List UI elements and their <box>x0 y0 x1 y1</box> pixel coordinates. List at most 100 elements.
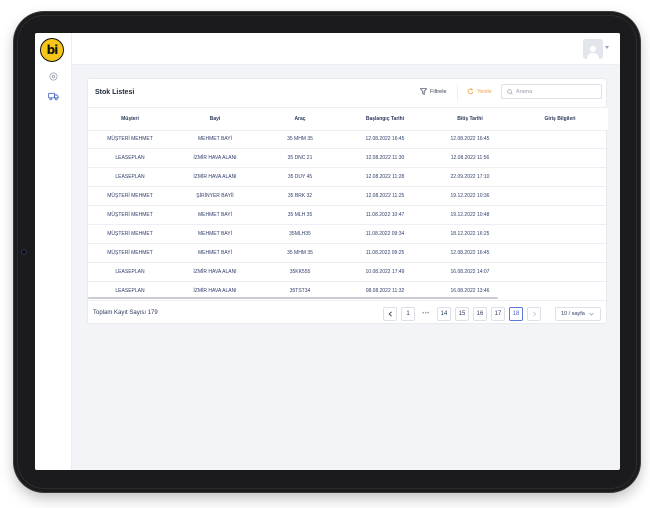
cell-customer: MÜŞTERİ MEHMET <box>88 186 172 207</box>
column-header-start-date[interactable]: Başlangıç Tarihi <box>342 108 428 131</box>
cell-end-date: 18.12.2022 16:25 <box>428 224 512 244</box>
logo-text: bi <box>46 43 59 57</box>
search-icon <box>507 88 513 95</box>
table-header-row: Müşteri Bayi Araç Başlangıç Tarihi Bitiş… <box>88 108 608 131</box>
column-header-customer[interactable]: Müşteri <box>88 108 172 131</box>
cell-customer: MÜŞTERİ MEHMET <box>88 224 172 244</box>
cell-start-date: 11.08.2022 09:34 <box>342 224 428 244</box>
table-row[interactable]: MÜŞTERİ MEHMET MEHMET BAYİ 35 MHM 35 11.08.… <box>88 243 608 263</box>
stock-table: Müşteri Bayi Araç Başlangıç Tarihi Bitiş… <box>88 108 608 301</box>
cell-dealer: MEHMET BAYİ <box>172 130 258 150</box>
cell-entry-info <box>512 186 608 207</box>
chevron-down-icon <box>589 312 594 316</box>
cell-customer: LEASEPLAN <box>88 148 172 169</box>
stock-list-card: Stok Listesi Filtrele Yenile Müşteri Bay… <box>87 78 608 324</box>
cell-end-date: 12.08.2022 16:45 <box>428 243 512 263</box>
chevron-left-icon <box>388 311 392 317</box>
cell-dealer: ŞİRİNYER BAYİİ <box>172 186 258 207</box>
table-row[interactable]: LEASEPLAN İZMİR HAVA ALANI 35KK555 10.08.20… <box>88 262 608 282</box>
cell-start-date: 12.08.2022 16:45 <box>342 130 428 150</box>
column-header-entry-info[interactable]: Giriş Bilgileri <box>512 108 608 131</box>
cell-end-date: 12.08.2022 16:45 <box>428 130 512 150</box>
filter-icon <box>420 88 427 95</box>
horizontal-scrollbar[interactable] <box>88 297 498 299</box>
cell-entry-info <box>512 205 608 225</box>
cell-customer: LEASEPLAN <box>88 167 172 188</box>
table-row[interactable]: LEASEPLAN İZMİR HAVA ALANI 35 DNC 21 12.08.… <box>88 148 608 169</box>
chevron-down-icon[interactable] <box>605 46 609 49</box>
cell-vehicle: 35 DNC 21 <box>258 148 342 169</box>
table-row[interactable]: LEASEPLAN İZMİR HAVA ALANI 35 DUY 45 12.08.… <box>88 167 608 188</box>
cell-vehicle: 35 MLH 35 <box>258 205 342 225</box>
cell-entry-info <box>512 243 608 263</box>
page-button-16[interactable]: 16 <box>473 307 487 321</box>
total-records: Toplam Kayıt Sayısı 179 <box>93 310 158 316</box>
cell-dealer: İZMİR HAVA ALANI <box>172 148 258 169</box>
refresh-button[interactable]: Yenile <box>467 88 492 95</box>
cell-customer: MÜŞTERİ MEHMET <box>88 243 172 263</box>
table-row[interactable]: MÜŞTERİ MEHMET ŞİRİNYER BAYİİ 35 BRK 32 12.… <box>88 186 608 207</box>
filter-button[interactable]: Filtrele <box>420 88 447 95</box>
refresh-icon <box>467 88 474 95</box>
cell-end-date: 19.12.2022 10:36 <box>428 186 512 207</box>
sidebar: bi <box>35 33 72 470</box>
cell-vehicle: 35 DUY 45 <box>258 167 342 188</box>
truck-icon[interactable] <box>47 90 59 102</box>
cell-start-date: 12.08.2022 11:25 <box>342 186 428 207</box>
cell-vehicle: 35 BRK 32 <box>258 186 342 207</box>
prev-page-button[interactable] <box>383 307 397 321</box>
cell-vehicle: 35 MHM 35 <box>258 243 342 263</box>
top-bar <box>72 33 620 65</box>
page-ellipsis[interactable]: ••• <box>419 307 433 321</box>
cell-customer: MÜŞTERİ MEHMET <box>88 205 172 225</box>
refresh-label: Yenile <box>477 88 492 95</box>
page-button-15[interactable]: 15 <box>455 307 469 321</box>
settings-circle-icon[interactable] <box>47 70 59 82</box>
cell-entry-info <box>512 167 608 188</box>
cell-entry-info <box>512 262 608 282</box>
cell-dealer: MEHMET BAYİ <box>172 243 258 263</box>
cell-start-date: 11.08.2022 09:25 <box>342 243 428 263</box>
cell-dealer: MEHMET BAYİ <box>172 205 258 225</box>
cell-start-date: 11.08.2022 10:47 <box>342 205 428 225</box>
cell-vehicle: 35KK555 <box>258 262 342 282</box>
next-page-button[interactable] <box>527 307 541 321</box>
user-avatar[interactable] <box>583 39 603 59</box>
cell-start-date: 12.08.2022 11:30 <box>342 148 428 169</box>
table-row[interactable]: MÜŞTERİ MEHMET MEHMET BAYİ 35 MHM 35 12.08.… <box>88 130 608 150</box>
page-button-17[interactable]: 17 <box>491 307 505 321</box>
column-header-end-date[interactable]: Bitiş Tarihi <box>428 108 512 131</box>
cell-end-date: 12.08.2022 11:56 <box>428 148 512 169</box>
camera-icon <box>21 249 27 255</box>
cell-dealer: İZMİR HAVA ALANI <box>172 167 258 188</box>
cell-entry-info <box>512 130 608 150</box>
cell-entry-info <box>512 281 608 301</box>
app-screen: bi Stok Listesi Filtrele Yenile Arama Mü… <box>35 33 620 470</box>
cell-entry-info <box>512 224 608 244</box>
page-size-select[interactable]: 10 / sayfa <box>555 307 601 321</box>
column-header-dealer[interactable]: Bayi <box>172 108 258 131</box>
cell-customer: MÜŞTERİ MEHMET <box>88 130 172 150</box>
user-icon <box>587 46 599 59</box>
table-row[interactable]: MÜŞTERİ MEHMET MEHMET BAYİ 35MLH35 11.08.20… <box>88 224 608 244</box>
header-divider <box>457 85 458 101</box>
cell-end-date: 16.08.2022 14:07 <box>428 262 512 282</box>
search-box[interactable] <box>501 84 602 99</box>
cell-start-date: 10.08.2022 17:49 <box>342 262 428 282</box>
cell-dealer: İZMİR HAVA ALANI <box>172 262 258 282</box>
search-input[interactable] <box>516 88 596 95</box>
page-button-14[interactable]: 14 <box>437 307 451 321</box>
cell-entry-info <box>512 148 608 169</box>
column-header-vehicle[interactable]: Araç <box>258 108 342 131</box>
page-button-1[interactable]: 1 <box>401 307 415 321</box>
cell-end-date: 22.09.2022 17:10 <box>428 167 512 188</box>
filter-label: Filtrele <box>430 88 447 95</box>
cell-customer: LEASEPLAN <box>88 262 172 282</box>
cell-end-date: 19.12.2022 10:48 <box>428 205 512 225</box>
page-button-18-active[interactable]: 18 <box>509 307 523 321</box>
table-row[interactable]: MÜŞTERİ MEHMET MEHMET BAYİ 35 MLH 35 11.08.… <box>88 205 608 225</box>
cell-dealer: MEHMET BAYİ <box>172 224 258 244</box>
cell-start-date: 12.08.2022 11:28 <box>342 167 428 188</box>
card-title: Stok Listesi <box>95 89 135 96</box>
app-logo[interactable]: bi <box>41 39 63 61</box>
